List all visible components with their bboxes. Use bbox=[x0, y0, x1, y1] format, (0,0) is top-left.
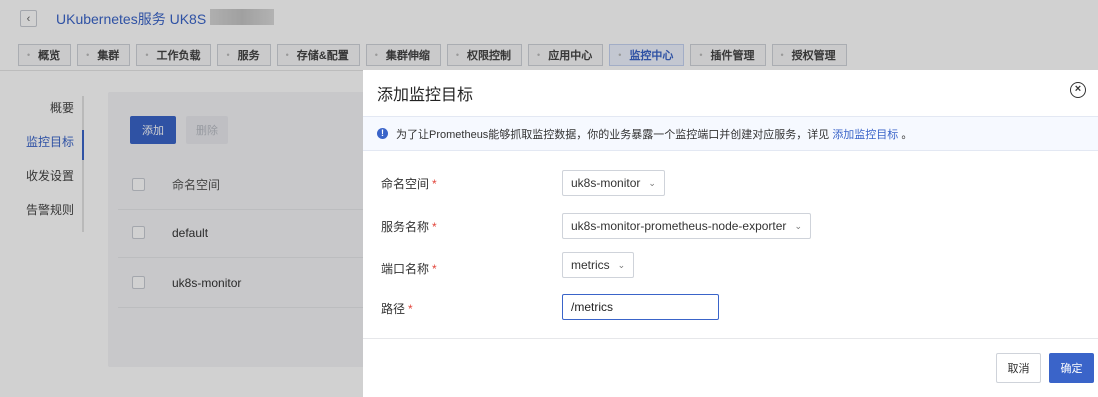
notice-text: 为了让Prometheus能够抓取监控数据，你的业务暴露一个监控端口并创建对应服… bbox=[396, 128, 830, 141]
namespace-label: 命名空间 * bbox=[381, 175, 437, 192]
port-select-value: metrics bbox=[571, 258, 610, 272]
path-label-text: 路径 bbox=[381, 302, 406, 316]
service-select-value: uk8s-monitor-prometheus-node-exporter bbox=[571, 219, 787, 233]
service-label-text: 服务名称 bbox=[381, 220, 430, 234]
service-name-label: 服务名称 * bbox=[381, 218, 437, 235]
port-name-select[interactable]: metrics ⌄ bbox=[562, 252, 635, 278]
dialog-footer-divider bbox=[363, 338, 1098, 339]
required-mark: * bbox=[432, 262, 437, 276]
notice-tail: 。 bbox=[901, 128, 913, 141]
namespace-select[interactable]: uk8s-monitor ⌄ bbox=[562, 170, 665, 196]
required-mark: * bbox=[432, 220, 437, 234]
port-name-label: 端口名称 * bbox=[381, 260, 437, 277]
close-icon[interactable]: × bbox=[1070, 82, 1086, 98]
service-name-select[interactable]: uk8s-monitor-prometheus-node-exporter ⌄ bbox=[562, 213, 811, 239]
confirm-button[interactable]: 确定 bbox=[1049, 353, 1094, 383]
chevron-down-icon: ⌄ bbox=[617, 259, 626, 270]
port-label-text: 端口名称 bbox=[381, 262, 430, 276]
required-mark: * bbox=[408, 302, 413, 316]
dialog-title: 添加监控目标 bbox=[377, 87, 474, 104]
info-notice: ! 为了让Prometheus能够抓取监控数据，你的业务暴露一个监控端口并创建对… bbox=[363, 116, 1098, 151]
namespace-select-value: uk8s-monitor bbox=[571, 176, 641, 190]
chevron-down-icon: ⌄ bbox=[648, 177, 656, 188]
chevron-down-icon: ⌄ bbox=[794, 220, 802, 231]
path-label: 路径 * bbox=[381, 300, 413, 317]
notice-link[interactable]: 添加监控目标 bbox=[832, 126, 898, 142]
cancel-button[interactable]: 取消 bbox=[996, 353, 1041, 383]
info-icon: ! bbox=[377, 128, 388, 139]
path-input[interactable] bbox=[562, 294, 719, 320]
required-mark: * bbox=[432, 177, 437, 191]
namespace-label-text: 命名空间 bbox=[381, 177, 430, 191]
add-monitor-target-dialog: 添加监控目标 × ! 为了让Prometheus能够抓取监控数据，你的业务暴露一… bbox=[363, 70, 1098, 397]
